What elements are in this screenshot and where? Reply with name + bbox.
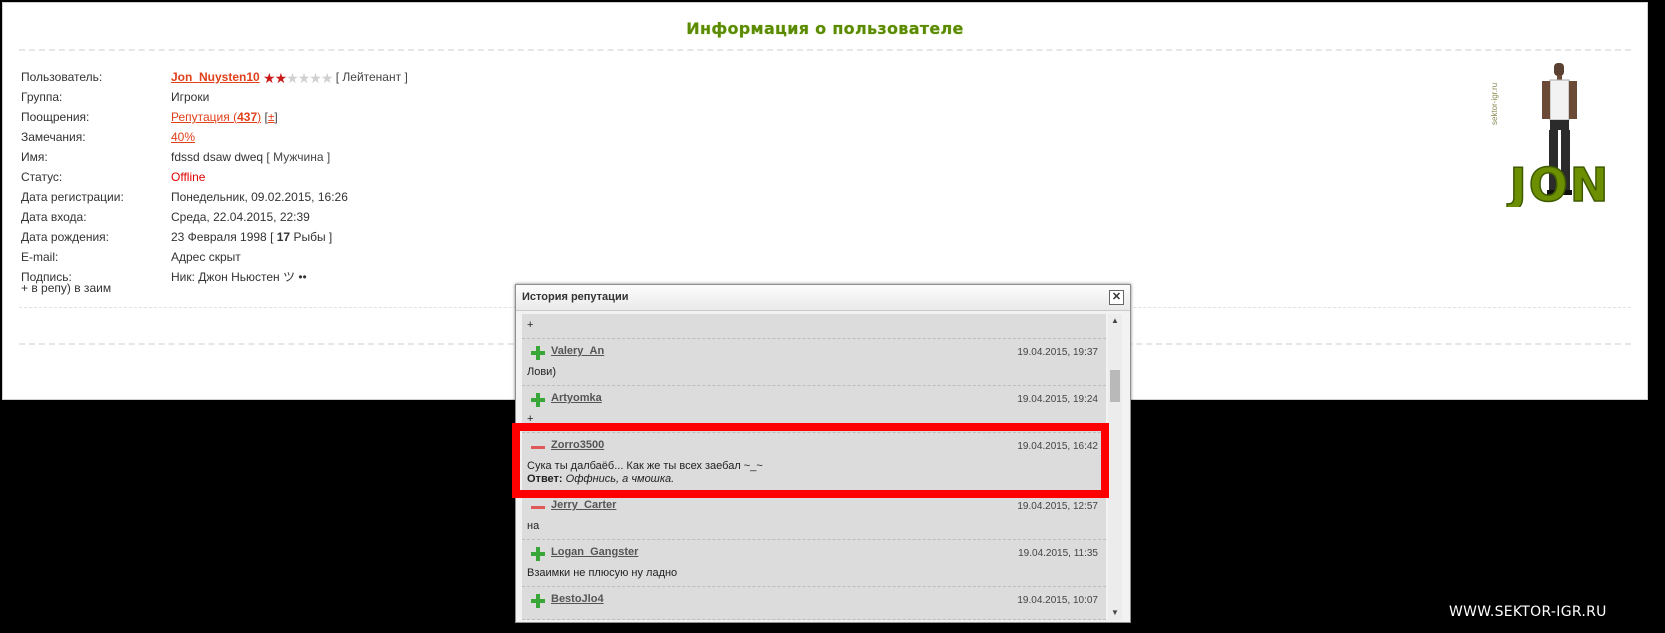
entry-text: Сука ты далбаёб... Как же ты всех заебал…: [527, 460, 763, 472]
reputation-entry: +: [522, 314, 1106, 339]
entry-header: Artyomka 19.04.2015, 19:24: [527, 390, 1101, 410]
warnings-link[interactable]: 40%: [171, 130, 195, 144]
reputation-history-modal: История репутации ✕ + Valery_An 19.04.2015…: [515, 284, 1131, 623]
entry-date: 19.04.2015, 19:37: [1017, 347, 1098, 358]
plus-icon: [531, 393, 545, 407]
reputation-entry: Valery_An 19.04.2015, 19:37 Лови): [522, 339, 1106, 386]
reputation-link[interactable]: Репутация (437): [171, 110, 261, 124]
username-link[interactable]: Jon_Nuysten10: [171, 70, 260, 84]
signature-value: Ник: Джон Ньюстен ツ ••: [171, 270, 307, 284]
entry-date: 19.04.2015, 10:07: [1017, 595, 1098, 606]
avatar-logo-text: JON: [1507, 158, 1611, 207]
name-value: fdssd dsaw dweq: [171, 150, 264, 164]
label-group: Группа:: [21, 90, 63, 104]
reputation-change-link[interactable]: ±: [268, 110, 275, 124]
entry-header: Logan_Gangster 19.04.2015, 11:35: [527, 544, 1101, 564]
gender: Мужчина: [273, 150, 324, 164]
entry-date: 19.04.2015, 19:24: [1017, 394, 1098, 405]
entry-username-link[interactable]: Jerry_Carter: [551, 499, 616, 511]
scroll-thumb[interactable]: [1110, 370, 1120, 402]
plus-icon: [531, 547, 545, 561]
avatar-image: JON: [1506, 63, 1611, 207]
minus-icon: [531, 500, 545, 514]
reputation-entries: + Valery_An 19.04.2015, 19:37 Лови) Artyomka…: [522, 314, 1106, 620]
rank-stars: ★★★★★★: [263, 69, 333, 86]
entry-date: 19.04.2015, 11:35: [1018, 548, 1098, 559]
label-warnings: Замечания:: [21, 130, 86, 144]
entry-username-link[interactable]: BestoJlo4: [551, 593, 604, 605]
reputation-list[interactable]: + Valery_An 19.04.2015, 19:37 Лови) Artyomka…: [522, 314, 1106, 620]
label-registered: Дата регистрации:: [21, 190, 124, 204]
label-last-login: Дата входа:: [21, 210, 87, 224]
zodiac: Рыбы: [293, 230, 326, 244]
entry-text: +: [527, 319, 534, 331]
entry-header: Jerry_Carter 19.04.2015, 12:57: [527, 497, 1101, 517]
divider: [19, 49, 1631, 51]
entry-username-link[interactable]: Artyomka: [551, 392, 602, 404]
status-value: Offline: [171, 170, 206, 184]
entry-username-link[interactable]: Logan_Gangster: [551, 546, 638, 558]
modal-header: История репутации ✕: [516, 285, 1130, 311]
label-email: E-mail:: [21, 250, 59, 264]
entry-reply: Ответ: Оффнись, а чмошка.: [527, 473, 1101, 486]
reply-label: Ответ:: [527, 473, 563, 485]
label-birthday: Дата рождения:: [21, 230, 109, 244]
entry-text: +: [527, 413, 534, 425]
scrollbar[interactable]: ▲ ▼: [1108, 314, 1122, 620]
entry-header: Zorro3500 19.04.2015, 16:42: [527, 437, 1101, 457]
site-watermark: WWW.SEKTOR-IGR.RU: [1449, 604, 1607, 620]
plus-icon: [531, 346, 545, 360]
email-value: Адрес скрыт: [171, 250, 241, 264]
page-title: Информация о пользователе: [686, 19, 964, 38]
birthday-value: 23 Февраля 1998: [171, 230, 267, 244]
reputation-entry: BestoJlo4 19.04.2015, 10:07: [522, 587, 1106, 620]
age: 17: [276, 230, 291, 244]
scroll-up-icon[interactable]: ▲: [1108, 314, 1122, 328]
entry-username-link[interactable]: Zorro3500: [551, 439, 604, 451]
modal-title: История репутации: [522, 291, 629, 303]
entry-date: 19.04.2015, 12:57: [1017, 501, 1098, 512]
entry-text: Лови): [527, 366, 556, 378]
entry-username-link[interactable]: Valery_An: [551, 345, 604, 357]
reputation-entry: Zorro3500 19.04.2015, 16:42 Сука ты далбаё…: [522, 433, 1106, 493]
registered-value: Понедельник, 09.02.2015, 16:26: [171, 190, 348, 204]
label-name: Имя:: [21, 150, 48, 164]
last-login-value: Среда, 22.04.2015, 22:39: [171, 210, 310, 224]
reputation-entry: Artyomka 19.04.2015, 19:24 +: [522, 386, 1106, 433]
entry-date: 19.04.2015, 16:42: [1017, 441, 1098, 452]
entry-text: на: [527, 520, 540, 532]
close-icon[interactable]: ✕: [1109, 290, 1124, 305]
label-rewards: Поощрения:: [21, 110, 90, 124]
signature-line2: + в репу) в заим: [21, 281, 112, 295]
entry-text: [527, 611, 1101, 613]
rank: Лейтенант: [342, 70, 402, 84]
reply-text: Оффнись, а чмошка.: [565, 473, 675, 485]
reputation-count: 437: [237, 110, 258, 124]
reputation-entry: Logan_Gangster 19.04.2015, 11:35 Взаимки н…: [522, 540, 1106, 587]
entry-text: Взаимки не плюсую ну ладно: [527, 567, 678, 579]
plus-icon: [531, 594, 545, 608]
minus-icon: [531, 440, 545, 454]
label-user: Пользователь:: [21, 70, 103, 84]
label-status: Статус:: [21, 170, 63, 184]
group-value: Игроки: [171, 90, 210, 104]
entry-header: Valery_An 19.04.2015, 19:37: [527, 343, 1101, 363]
scroll-down-icon[interactable]: ▼: [1108, 606, 1122, 620]
entry-header: BestoJlo4 19.04.2015, 10:07: [527, 591, 1101, 611]
reputation-entry: Jerry_Carter 19.04.2015, 12:57 на: [522, 493, 1106, 540]
